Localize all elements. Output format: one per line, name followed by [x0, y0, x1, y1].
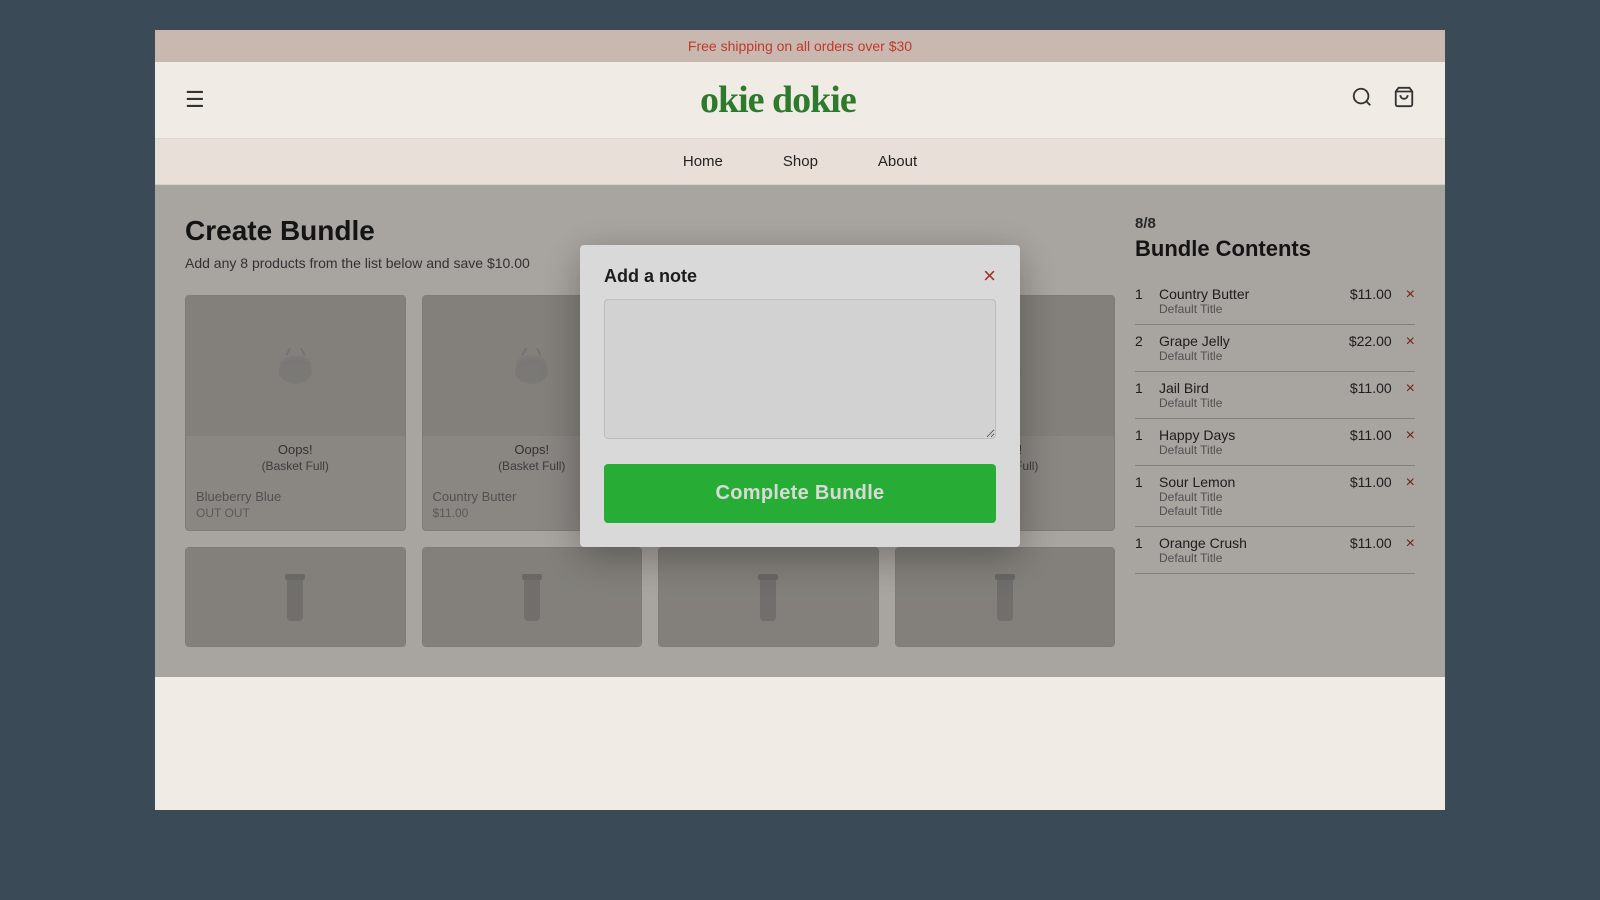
note-textarea[interactable] [604, 299, 996, 439]
site-logo: okie dokie [700, 78, 856, 122]
main-content: Create Bundle Add any 8 products from th… [155, 185, 1445, 677]
announcement-bar: Free shipping on all orders over $30 [155, 30, 1445, 62]
nav-shop[interactable]: Shop [783, 153, 818, 170]
main-nav: Home Shop About [155, 139, 1445, 185]
search-icon[interactable] [1351, 86, 1373, 114]
announcement-text: Free shipping on all orders over $30 [688, 38, 912, 54]
hamburger-icon[interactable]: ☰ [185, 87, 205, 113]
modal-header: Add a note × [580, 245, 1020, 299]
nav-about[interactable]: About [878, 153, 917, 170]
complete-bundle-button[interactable]: Complete Bundle [604, 464, 996, 523]
header-icons [1351, 86, 1415, 114]
nav-home[interactable]: Home [683, 153, 723, 170]
cart-icon[interactable] [1393, 86, 1415, 114]
add-note-modal: Add a note × Complete Bundle [580, 245, 1020, 547]
modal-overlay[interactable]: Add a note × Complete Bundle [155, 185, 1445, 677]
modal-footer: Complete Bundle [580, 464, 1020, 547]
header: ☰ okie dokie [155, 62, 1445, 139]
browser-window: Free shipping on all orders over $30 ☰ o… [155, 30, 1445, 810]
modal-close-button[interactable]: × [983, 265, 996, 287]
modal-title: Add a note [604, 266, 697, 287]
modal-body [580, 299, 1020, 464]
